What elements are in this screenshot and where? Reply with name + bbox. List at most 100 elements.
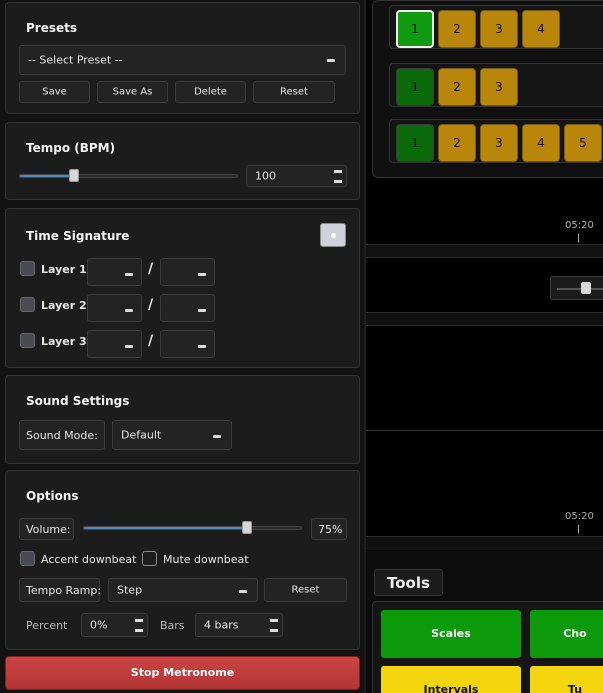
volume-label-box: Volume: [19,518,74,540]
percent-value: 0% [90,618,108,632]
volume-value: 75% [318,523,343,536]
beat-cell[interactable]: 2 [438,124,476,162]
tempo-ramp-select[interactable]: Step [108,578,258,602]
tempo-panel: Tempo (BPM) 100 [5,122,360,200]
time-signature-panel: Time Signature Layer 1: / Layer 2: / Lay… [5,208,360,368]
delete-button[interactable]: Delete [175,81,246,103]
tempo-ramp-reset-button[interactable]: Reset [264,578,347,602]
main-view: 1 2 3 4 1 2 3 1 2 3 4 5 05:20 05:20 Tool… [366,0,603,693]
tempo-slider-thumb[interactable] [68,169,79,182]
percent-label: Percent [26,619,68,632]
spin-up-icon[interactable] [135,619,143,622]
beat-cell[interactable]: 5 [564,124,602,162]
bars-input[interactable]: 4 bars [195,613,283,637]
volume-slider-thumb[interactable] [242,521,253,534]
timeline-separator [366,312,603,326]
chevron-down-icon [125,273,133,276]
options-panel: Options Volume: 75% Accent downbeat Mute… [5,470,360,650]
spin-up-icon[interactable] [334,170,342,173]
timeline-tick [578,234,579,242]
chevron-down-icon [198,273,206,276]
save-as-button[interactable]: Save As [97,81,168,103]
beat-cell[interactable]: 1 [396,124,434,162]
layer-3-checkbox[interactable] [20,333,35,348]
intervals-tool-button[interactable]: Intervals [381,666,521,693]
layer-3-note-select[interactable] [160,330,215,358]
scales-tool-button[interactable]: Scales [381,610,521,658]
bars-label: Bars [160,619,185,632]
mute-downbeat-label: Mute downbeat [163,553,249,566]
save-button[interactable]: Save [19,81,90,103]
layer-2-beats-select[interactable] [87,294,142,322]
volume-slider[interactable] [83,526,302,530]
chevron-down-icon [213,435,221,438]
tempo-ramp-label: Tempo Ramp: [26,584,102,597]
percent-input[interactable]: 0% [81,613,148,637]
spin-down-icon[interactable] [135,629,143,632]
accent-downbeat-checkbox[interactable] [20,551,35,566]
layer-3-beats-select[interactable] [87,330,142,358]
beat-cell[interactable]: 3 [480,124,518,162]
spin-up-icon[interactable] [270,619,278,622]
sound-mode-label: Sound Mode: [26,429,98,442]
zoom-slider-track [557,288,603,290]
volume-slider-fill [84,527,247,529]
layer-2-note-select[interactable] [160,294,215,322]
volume-value-box: 75% [311,518,347,540]
chevron-down-icon [125,345,133,348]
spin-down-icon[interactable] [270,629,278,632]
layer-1-note-select[interactable] [160,258,215,286]
layer-2-checkbox[interactable] [20,297,35,312]
settings-sidebar: Presets -- Select Preset -- Save Save As… [0,0,366,693]
layer-3-label: Layer 3: [41,335,92,348]
layer-1-beats-select[interactable] [87,258,142,286]
beat-cell[interactable]: 3 [480,68,518,106]
layer-1-separator: / [148,261,154,277]
chevron-down-icon [198,309,206,312]
beat-cell[interactable]: 2 [438,68,476,106]
volume-label: Volume: [26,523,71,536]
layer-2-separator: / [148,297,154,313]
tools-grid: Scales Cho Intervals Tu [372,601,603,693]
tempo-input[interactable]: 100 [246,165,347,187]
reset-preset-button[interactable]: Reset [253,81,335,103]
tools-section: Tools Scales Cho Intervals Tu [366,551,603,693]
beat-cell[interactable]: 2 [438,10,476,48]
sound-settings-panel: Sound Settings Sound Mode: Default [5,375,360,464]
stop-metronome-button[interactable]: Stop Metronome [5,656,360,690]
beat-cell[interactable]: 1 [396,68,434,106]
layer-1-label: Layer 1: [41,263,92,276]
beat-cell[interactable]: 4 [522,10,560,48]
zoom-slider-box[interactable] [550,276,603,300]
options-title: Options [26,489,79,503]
tempo-value: 100 [255,169,276,183]
sound-mode-select[interactable]: Default [112,420,232,450]
accent-downbeat-label: Accent downbeat [41,553,137,566]
chevron-down-icon [125,309,133,312]
layer-1-checkbox[interactable] [20,261,35,276]
bars-value: 4 bars [204,618,239,632]
chevron-down-icon [198,345,206,348]
beat-cell[interactable]: 3 [480,10,518,48]
timeline-tick [578,525,579,533]
mute-downbeat-checkbox[interactable] [142,551,157,566]
tempo-title: Tempo (BPM) [26,141,116,155]
timeline-separator [366,536,603,550]
timeline-time-label: 05:20 [565,220,594,231]
tempo-ramp-value: Step [117,583,143,597]
zoom-slider-thumb[interactable] [581,282,591,294]
sound-mode-label-box: Sound Mode: [19,420,105,450]
waveform-centerline [366,430,603,431]
time-signature-toggle-button[interactable] [320,223,346,247]
chords-tool-button[interactable]: Cho [530,610,603,658]
beat-row-3: 1 2 3 4 5 [389,119,603,163]
layer-3-separator: / [148,333,154,349]
preset-select[interactable]: -- Select Preset -- [19,45,346,75]
spin-down-icon[interactable] [334,180,342,183]
tuner-tool-button[interactable]: Tu [530,666,603,693]
timeline-separator [366,244,603,258]
tempo-slider[interactable] [19,174,238,178]
beat-cell[interactable]: 1 [396,10,434,48]
beat-cell[interactable]: 4 [522,124,560,162]
layer-2-label: Layer 2: [41,299,92,312]
